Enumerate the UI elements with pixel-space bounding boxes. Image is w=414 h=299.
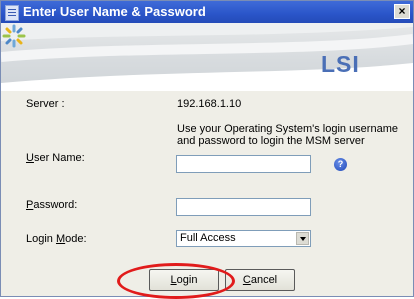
window-title: Enter User Name & Password — [23, 4, 206, 19]
login-mode-label: Login Mode: — [26, 233, 87, 245]
header-banner: LSI — [1, 23, 413, 91]
window-app-icon — [5, 5, 19, 21]
chevron-down-icon[interactable] — [296, 232, 309, 245]
login-mode-value: Full Access — [180, 232, 236, 244]
username-input[interactable] — [176, 155, 311, 173]
title-bar[interactable]: Enter User Name & Password × — [1, 1, 413, 23]
cancel-button[interactable]: Cancel — [225, 269, 295, 291]
server-label: Server : — [26, 98, 65, 110]
server-value: 192.168.1.10 — [177, 98, 242, 110]
lsi-starburst-icon — [2, 24, 26, 48]
close-icon[interactable]: × — [394, 4, 410, 19]
password-input[interactable] — [176, 198, 311, 216]
password-label: Password: — [26, 199, 78, 211]
help-icon[interactable]: ? — [334, 158, 347, 171]
login-button[interactable]: Login — [149, 269, 219, 291]
login-instructions: Use your Operating System's login userna… — [177, 123, 398, 147]
username-label: User Name: — [26, 152, 85, 164]
login-dialog: Enter User Name & Password × LSI Server … — [0, 0, 414, 299]
login-mode-select[interactable]: Full Access — [176, 230, 311, 247]
lsi-logo: LSI — [321, 51, 360, 77]
